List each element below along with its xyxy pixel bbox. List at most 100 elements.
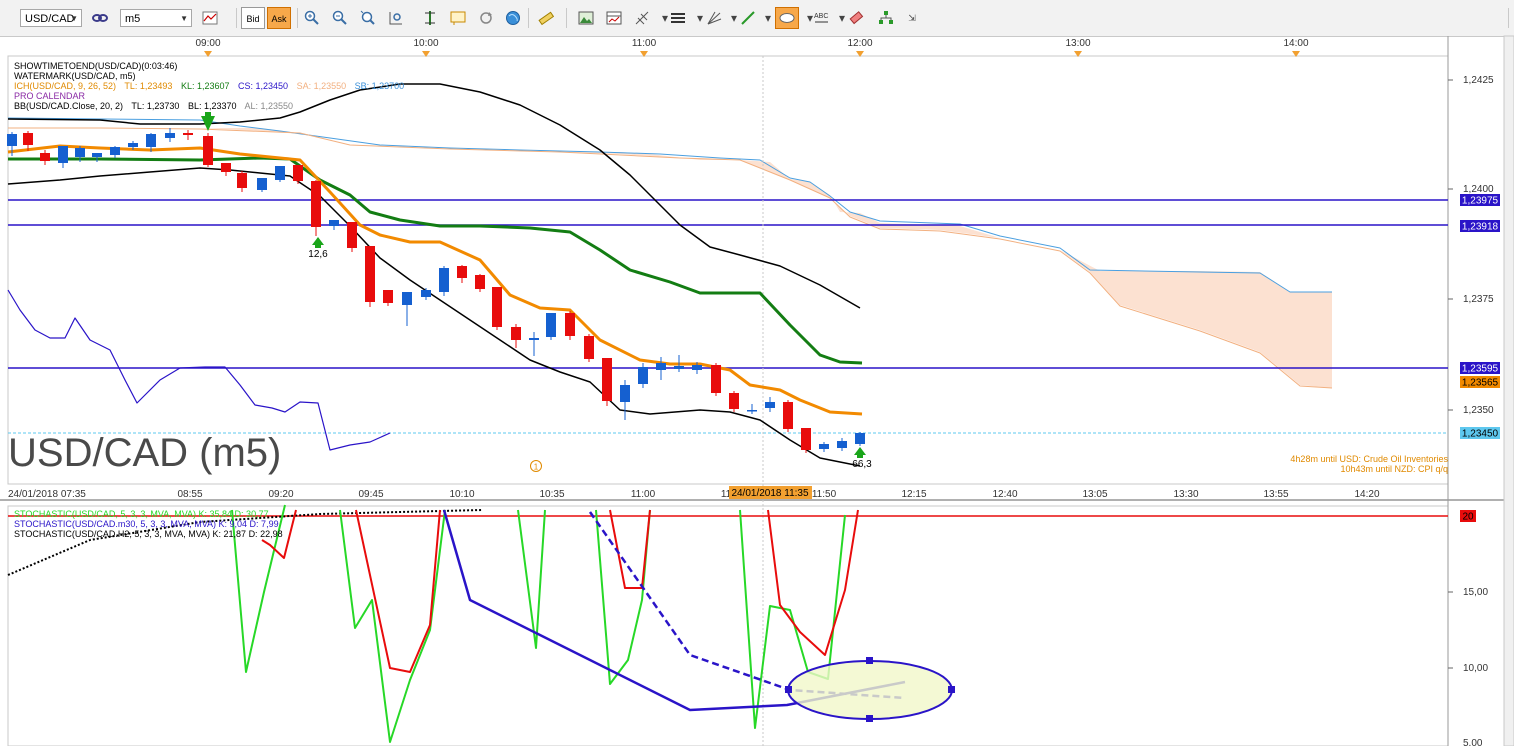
candle-body [819,444,829,449]
time-label: 10:10 [449,489,474,500]
candle-body [729,393,739,409]
candle-body [365,246,375,302]
time-label: 09:20 [268,489,293,500]
candle-body [765,402,775,408]
candle-body [203,136,213,165]
candle-body [475,275,485,289]
candle-body [457,266,467,278]
candle-body [347,222,357,248]
candle-body [546,313,556,337]
candle-body [183,133,193,135]
top-time-axis: 09:00 10:00 11:00 12:00 13:00 14:00 [195,38,1309,57]
candle-body [421,290,431,297]
candle-body [146,134,156,147]
price-tick: 1,2400 [1463,184,1494,195]
candle-body [165,133,175,138]
time-label: 10:35 [539,489,564,500]
candle-body [40,153,50,161]
arrow-stem [205,112,211,118]
candle-body [747,410,757,412]
candle-body [128,143,138,147]
candle-body [529,338,539,340]
signal-label: 12,6 [308,249,328,260]
time-label: 09:00 [195,38,220,49]
ellipse-handle [866,715,873,722]
candle-body [565,313,575,336]
chart-area[interactable]: 09:00 10:00 11:00 12:00 13:00 14:00 USD/… [0,0,1514,746]
crosshair-time-label: 24/01/2018 11:35 [731,488,809,499]
candle-body [801,428,811,450]
signal-label: 66,3 [852,459,872,470]
candle-body [7,134,17,146]
price-tag-label: 1,23565 [1462,378,1499,389]
ellipse-handle [866,657,873,664]
osc-tick: 10,00 [1463,663,1488,674]
candle-body [492,287,502,327]
ellipse-handle [785,686,792,693]
news-countdown-1: 4h28m until USD: Crude Oil Inventories [1290,454,1448,464]
time-label: 14:20 [1354,489,1379,500]
candle-body [110,147,120,155]
level-tag-label: 20 [1462,512,1474,523]
price-tag-label: 1,23450 [1462,429,1499,440]
time-label: 13:05 [1082,489,1107,500]
time-label: 12:40 [992,489,1017,500]
vertical-scrollbar[interactable] [1503,35,1514,746]
time-label: 13:00 [1065,38,1090,49]
candle-body [620,385,630,402]
time-label: 10:00 [413,38,438,49]
legend-line-bollinger: BB(USD/CAD.Close, 20, 2) TL: 1,23730 BL:… [14,101,293,111]
candle-body [837,441,847,448]
candle-body [855,433,865,444]
candle-body [58,146,68,163]
time-label: 24/01/2018 07:35 [8,489,86,500]
news-countdown-2: 10h43m until NZD: CPI q/q [1340,464,1448,474]
time-label: 09:45 [358,489,383,500]
legend-line: STOCHASTIC(USD/CAD, 5, 3, 3, MVA, MVA) K… [14,509,269,519]
oscillator-pane[interactable] [7,505,1449,746]
candle-body [257,178,267,190]
price-scale[interactable]: 1,2425 1,2400 1,2375 1,2350 1,23975 1,23… [1448,75,1500,440]
legend-line-ichimoku: ICH(USD/CAD, 9, 26, 52) TL: 1,23493 KL: … [14,81,404,91]
candle-body [711,365,721,393]
oscillator-legend: STOCHASTIC(USD/CAD, 5, 3, 3, MVA, MVA) K… [14,509,283,539]
candle-body [237,173,247,188]
candle-body [293,165,303,181]
osc-tick: 5,00 [1463,738,1483,746]
candle-body [23,133,33,145]
candle-body [638,367,648,384]
candle-body [783,402,793,429]
time-label: 13:30 [1173,489,1198,500]
legend-line: WATERMARK(USD/CAD, m5) [14,71,136,81]
candle-body [75,148,85,157]
legend-line: STOCHASTIC(USD/CAD.H2, 5, 3, 3, MVA, MVA… [14,529,283,539]
candle-body [584,336,594,359]
candle-body [402,292,412,305]
candle-body [92,153,102,157]
time-label: 13:55 [1263,489,1288,500]
price-tick: 1,2350 [1463,405,1494,416]
watermark: USD/CAD (m5) [8,431,281,475]
arrow-stem [857,454,863,458]
legend-line: SHOWTIMETOEND(USD/CAD)(0:03:46) [14,61,177,71]
time-label: 11:00 [631,489,656,500]
time-label: 08:55 [177,489,202,500]
time-label: 11:00 [632,38,657,49]
candle-body [311,181,321,227]
price-tag-label: 1,23595 [1462,364,1499,375]
candle-body [329,220,339,226]
candle-body [383,290,393,303]
price-tick: 1,2375 [1463,294,1494,305]
candle-body [602,358,612,401]
price-tag-label: 1,23918 [1462,222,1499,233]
candle-body [275,166,285,180]
time-label: 12:15 [901,489,926,500]
price-tag-label: 1,23975 [1462,196,1499,207]
candle-body [439,268,449,292]
candle-body [511,327,521,340]
main-pane[interactable] [7,55,1449,485]
price-tick: 1,2425 [1463,75,1494,86]
time-label: 12:00 [847,38,872,49]
ellipse-handle [948,686,955,693]
candle-body [692,365,702,370]
